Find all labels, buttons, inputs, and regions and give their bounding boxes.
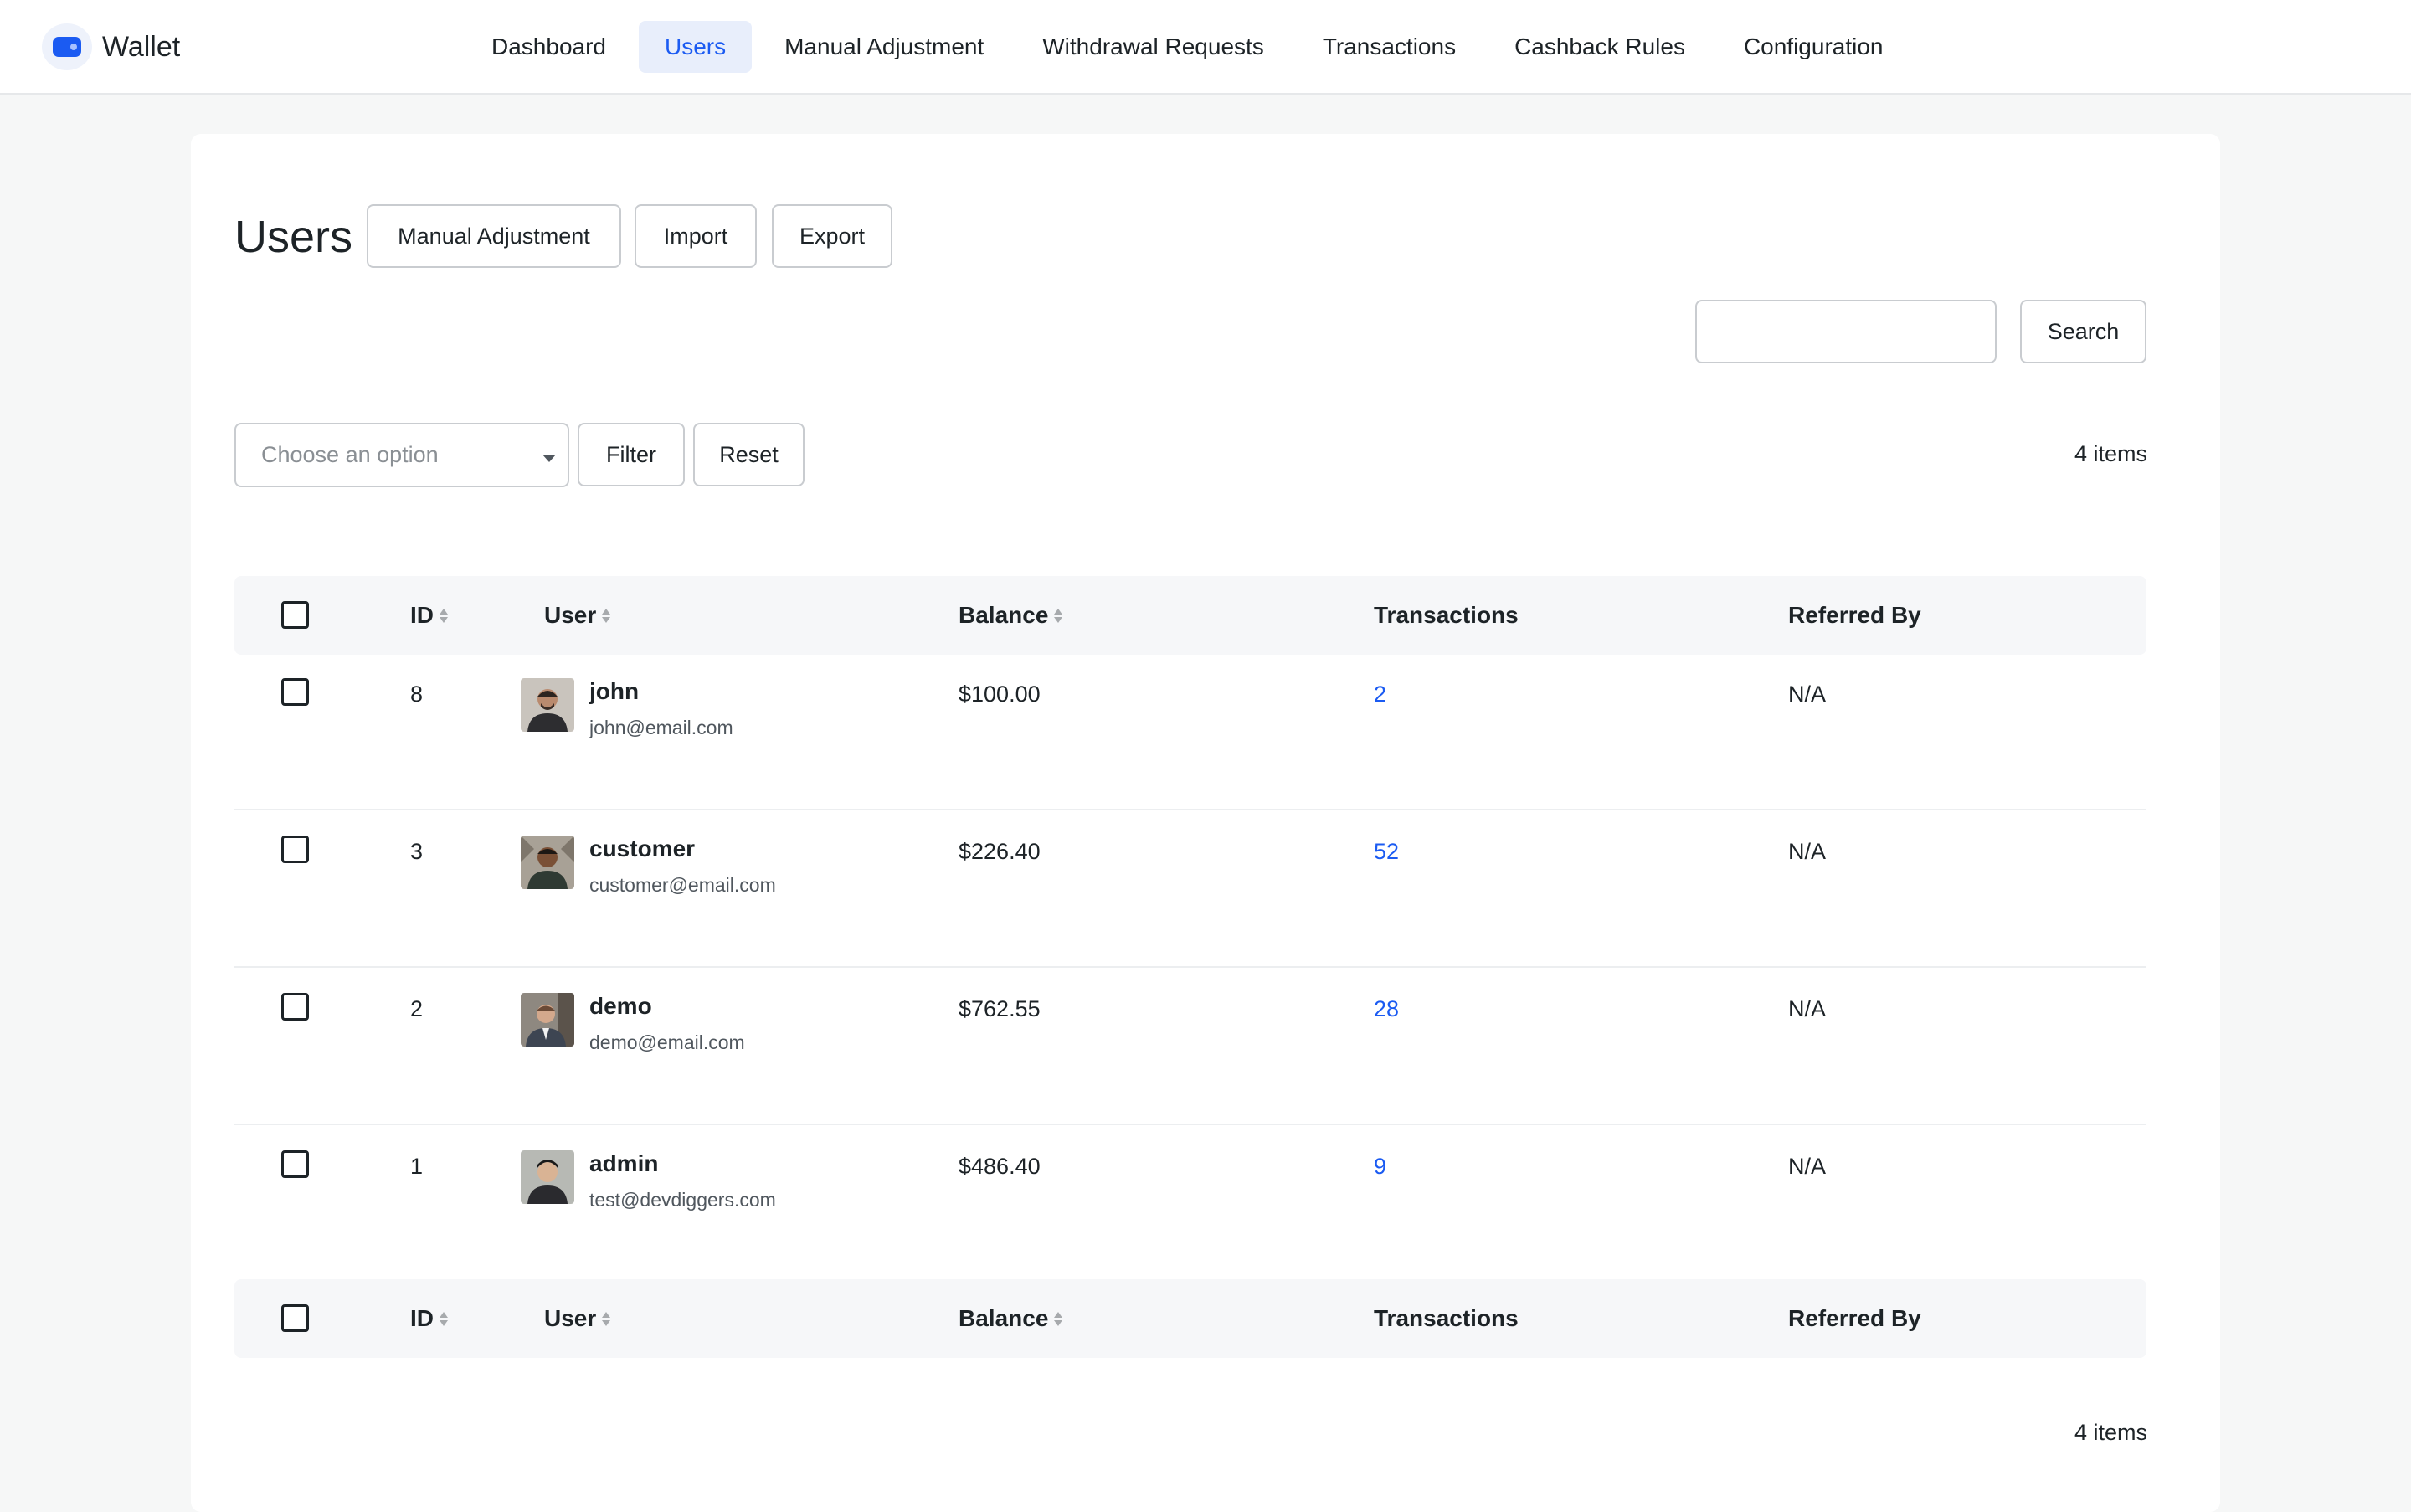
nav-item-withdrawal-requests[interactable]: Withdrawal Requests	[1016, 21, 1290, 73]
column-header-balance[interactable]: Balance	[959, 576, 1063, 655]
sort-icon	[440, 1311, 448, 1326]
avatar[interactable]	[521, 993, 574, 1047]
cell-balance: $762.55	[959, 996, 1041, 1021]
table-footer: ID User Balance Transactions Referred By	[234, 1279, 2146, 1358]
table-row: 2 demo demo@email.com $762.55 28 N/A	[234, 968, 2146, 1125]
table-row: 3 customer customer@email.com $226.40 52…	[234, 810, 2146, 968]
column-footer-user[interactable]: User	[544, 1279, 611, 1358]
filter-button[interactable]: Filter	[578, 423, 685, 486]
user-email: test@devdiggers.com	[589, 1189, 776, 1211]
cell-id: 2	[410, 996, 424, 1021]
table-header: ID User Balance Transactions Referred By	[234, 576, 2146, 655]
row-checkbox[interactable]	[281, 678, 309, 706]
user-email: demo@email.com	[589, 1031, 745, 1053]
column-header-id-label: ID	[410, 602, 434, 628]
cell-referred-by: N/A	[1788, 839, 1827, 864]
user-email: customer@email.com	[589, 874, 776, 896]
cell-id: 3	[410, 839, 424, 864]
nav-item-cashback-rules[interactable]: Cashback Rules	[1488, 21, 1711, 73]
sort-icon	[602, 608, 611, 623]
column-header-user[interactable]: User	[544, 576, 611, 655]
reset-button[interactable]: Reset	[693, 423, 805, 486]
row-checkbox[interactable]	[281, 993, 309, 1021]
user-name[interactable]: demo	[589, 993, 652, 1020]
cell-referred-by: N/A	[1788, 681, 1827, 707]
sort-icon	[602, 1311, 611, 1326]
column-header-balance-label: Balance	[959, 602, 1049, 628]
user-name[interactable]: admin	[589, 1150, 658, 1177]
sort-icon	[440, 608, 448, 623]
table-row: 1 admin test@devdiggers.com $486.40 9 N/…	[234, 1125, 2146, 1283]
main-nav: Dashboard Users Manual Adjustment Withdr…	[465, 20, 1916, 74]
manual-adjustment-button[interactable]: Manual Adjustment	[367, 204, 621, 268]
column-footer-balance-label: Balance	[959, 1305, 1049, 1331]
avatar[interactable]	[521, 678, 574, 732]
brand-name: Wallet	[102, 30, 181, 63]
cell-referred-by: N/A	[1788, 1154, 1827, 1179]
row-checkbox[interactable]	[281, 836, 309, 863]
page-title: Users	[234, 212, 353, 262]
search-input[interactable]	[1695, 300, 1997, 363]
cell-balance: $100.00	[959, 681, 1041, 707]
nav-item-dashboard[interactable]: Dashboard	[465, 21, 632, 73]
nav-item-manual-adjustment[interactable]: Manual Adjustment	[758, 21, 1010, 73]
cell-id: 8	[410, 681, 424, 707]
sort-icon	[1054, 608, 1063, 623]
top-navigation-bar: Wallet Dashboard Users Manual Adjustment…	[0, 0, 2411, 95]
select-all-checkbox[interactable]	[281, 601, 309, 629]
column-header-id[interactable]: ID	[410, 576, 448, 655]
transactions-link[interactable]: 9	[1374, 1154, 1386, 1180]
cell-id: 1	[410, 1154, 424, 1179]
cell-balance: $226.40	[959, 839, 1041, 864]
row-checkbox[interactable]	[281, 1150, 309, 1178]
search-button[interactable]: Search	[2020, 300, 2146, 363]
avatar[interactable]	[521, 836, 574, 889]
column-footer-id-label: ID	[410, 1305, 434, 1331]
transactions-link[interactable]: 52	[1374, 839, 1399, 865]
select-all-checkbox[interactable]	[281, 1304, 309, 1332]
column-header-user-label: User	[544, 602, 597, 628]
column-footer-id[interactable]: ID	[410, 1279, 448, 1358]
filter-select-placeholder: Choose an option	[261, 442, 439, 467]
user-name[interactable]: customer	[589, 836, 695, 862]
brand[interactable]: Wallet	[42, 23, 180, 70]
column-header-referred-by: Referred By	[1788, 602, 1921, 628]
nav-item-users[interactable]: Users	[638, 21, 753, 73]
chevron-down-icon	[542, 455, 556, 462]
user-email: john@email.com	[589, 717, 733, 738]
filter-select[interactable]: Choose an option	[234, 423, 569, 487]
column-footer-balance[interactable]: Balance	[959, 1279, 1063, 1358]
users-card: Users Manual Adjustment Import Export Se…	[191, 134, 2220, 1512]
nav-item-configuration[interactable]: Configuration	[1718, 21, 1910, 73]
table-row: 8 john john@email.com $100.00 2 N/A	[234, 653, 2146, 810]
column-footer-referred-by: Referred By	[1788, 1305, 1921, 1331]
items-count-bottom: 4 items	[2074, 1420, 2147, 1445]
column-footer-user-label: User	[544, 1305, 597, 1331]
transactions-link[interactable]: 2	[1374, 681, 1386, 707]
sort-icon	[1054, 1311, 1063, 1326]
user-name[interactable]: john	[589, 678, 639, 705]
column-header-transactions: Transactions	[1374, 602, 1519, 628]
column-footer-transactions: Transactions	[1374, 1305, 1519, 1331]
import-button[interactable]: Import	[635, 204, 757, 268]
transactions-link[interactable]: 28	[1374, 996, 1399, 1022]
wallet-icon	[42, 23, 92, 70]
cell-referred-by: N/A	[1788, 996, 1827, 1021]
nav-item-transactions[interactable]: Transactions	[1297, 21, 1482, 73]
avatar[interactable]	[521, 1150, 574, 1204]
items-count-top: 4 items	[2074, 441, 2147, 466]
cell-balance: $486.40	[959, 1154, 1041, 1179]
export-button[interactable]: Export	[772, 204, 892, 268]
